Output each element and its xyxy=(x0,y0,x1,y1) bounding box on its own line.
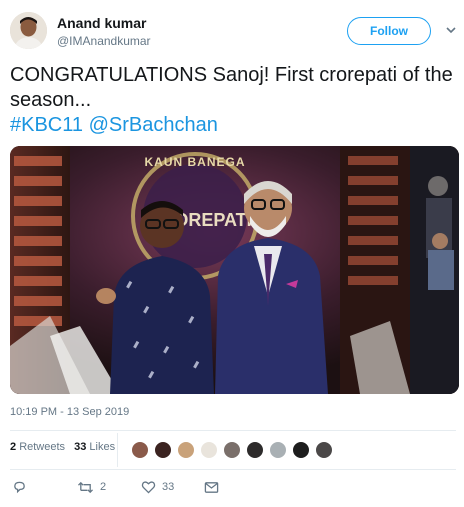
liker-avatar[interactable] xyxy=(246,441,264,459)
retweet-button[interactable]: 2 xyxy=(77,479,106,495)
liker-avatar[interactable] xyxy=(154,441,172,459)
direct-message-button[interactable] xyxy=(204,479,219,495)
likes-count: 33 xyxy=(74,441,87,453)
like-button[interactable]: 33 xyxy=(141,479,174,495)
reply-icon xyxy=(14,481,25,493)
tweet-text: CONGRATULATIONS Sanoj! First crorepati o… xyxy=(10,63,456,138)
liker-avatar[interactable] xyxy=(200,441,218,459)
tweet-timestamp[interactable]: 10:19 PM - 13 Sep 2019 xyxy=(10,406,129,418)
heart-icon xyxy=(141,481,156,494)
liker-avatar[interactable] xyxy=(269,441,287,459)
retweets-stat[interactable]: 2 Retweets xyxy=(10,441,65,453)
divider xyxy=(10,430,456,431)
envelope-icon xyxy=(204,481,219,493)
likes-label: Likes xyxy=(89,441,116,453)
liker-avatar[interactable] xyxy=(292,441,310,459)
liker-avatar[interactable] xyxy=(177,441,195,459)
retweets-count: 2 xyxy=(10,441,17,453)
likes-stat[interactable]: 33 Likes xyxy=(74,441,115,453)
user-handle[interactable]: @IMAnandkumar xyxy=(57,34,151,48)
retweet-icon xyxy=(78,481,93,493)
tweet-photo[interactable]: KAUN BANEGA CROREPATI xyxy=(10,146,459,394)
like-action-count: 33 xyxy=(162,481,175,493)
liker-avatar[interactable] xyxy=(315,441,333,459)
retweet-action-count: 2 xyxy=(100,481,107,493)
stats-separator xyxy=(117,433,118,467)
reply-button[interactable] xyxy=(12,479,27,495)
user-name[interactable]: Anand kumar xyxy=(57,15,146,31)
chevron-down-icon[interactable] xyxy=(445,23,457,41)
hashtag-link[interactable]: #KBC11 xyxy=(10,114,83,136)
avatar[interactable] xyxy=(10,12,47,49)
liker-avatar[interactable] xyxy=(223,441,241,459)
liker-avatar[interactable] xyxy=(131,441,149,459)
follow-button[interactable]: Follow xyxy=(347,17,431,45)
logo-top-text: KAUN BANEGA xyxy=(145,155,246,169)
tweet-stats: 2 Retweets 33 Likes xyxy=(10,441,121,461)
mention-link[interactable]: @SrBachchan xyxy=(89,114,218,136)
retweets-label: Retweets xyxy=(19,441,66,453)
tweet-body: CONGRATULATIONS Sanoj! First crorepati o… xyxy=(10,64,453,111)
divider xyxy=(10,469,456,470)
tweet-card: Anand kumar @IMAnandkumar Follow CONGRAT… xyxy=(0,0,464,507)
